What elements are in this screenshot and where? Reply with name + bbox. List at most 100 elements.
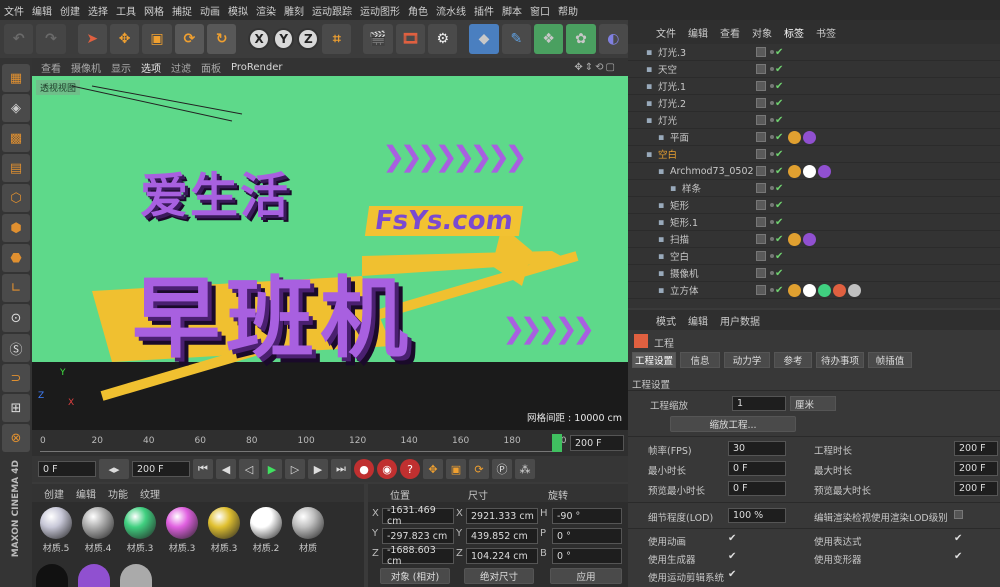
coord-rotation-field[interactable]: 0 ° bbox=[552, 528, 622, 544]
obj-menu-edit[interactable]: 编辑 bbox=[682, 25, 714, 40]
material-swatch[interactable]: 材质.5 bbox=[36, 504, 76, 554]
coord-size-mode-dropdown[interactable]: 绝对尺寸 bbox=[464, 568, 534, 584]
object-row[interactable]: ▪ 摄像机 ✔ bbox=[628, 265, 1000, 282]
object-tag-icon[interactable] bbox=[803, 283, 816, 297]
menu-item-6[interactable]: 捕捉 bbox=[168, 3, 196, 18]
object-layer-box[interactable] bbox=[756, 132, 766, 142]
object-visibility-dot[interactable] bbox=[770, 67, 774, 71]
project-scale-unit-dropdown[interactable]: 厘米 bbox=[790, 396, 836, 411]
menu-item-9[interactable]: 渲染 bbox=[252, 3, 280, 18]
x-axis-button[interactable]: X bbox=[248, 28, 270, 50]
object-row[interactable]: ▪ 空白 ✔ bbox=[628, 146, 1000, 163]
material-swatch[interactable]: 材质.2 bbox=[246, 504, 286, 554]
goto-end-icon[interactable]: ⏭ bbox=[331, 459, 351, 479]
menu-item-8[interactable]: 模拟 bbox=[224, 3, 252, 18]
object-layer-box[interactable] bbox=[756, 183, 766, 193]
cloner-icon[interactable]: ✿ bbox=[566, 24, 596, 54]
coord-mode-dropdown[interactable]: 对象 (相对) bbox=[380, 568, 450, 584]
coord-size-field[interactable]: 104.224 cm bbox=[466, 548, 538, 564]
vp-menu-panel[interactable]: 面板 bbox=[196, 60, 226, 75]
use-expressions-checkbox[interactable]: ✔ bbox=[954, 533, 962, 544]
object-visibility-dot[interactable] bbox=[770, 118, 774, 122]
vp-menu-display[interactable]: 显示 bbox=[106, 60, 136, 75]
grid-lock-icon[interactable]: ⊞ bbox=[2, 394, 30, 422]
object-tag-icon[interactable] bbox=[818, 283, 831, 297]
cube-primitive-icon[interactable]: ◆ bbox=[469, 24, 499, 54]
object-layer-box[interactable] bbox=[756, 268, 766, 278]
menu-item-18[interactable]: 帮助 bbox=[554, 3, 582, 18]
obj-menu-view[interactable]: 查看 bbox=[714, 25, 746, 40]
key-position-icon[interactable]: ✥ bbox=[423, 459, 443, 479]
undo-button[interactable]: ↶ bbox=[4, 24, 34, 54]
model-mode-icon[interactable]: ◈ bbox=[2, 94, 30, 122]
object-enabled-check[interactable]: ✔ bbox=[775, 234, 783, 245]
viewport-nav-icons[interactable]: ✥⇕⟲▢ bbox=[569, 62, 622, 73]
object-layer-box[interactable] bbox=[756, 200, 766, 210]
rotate-tool-icon[interactable]: ⟳ bbox=[174, 24, 205, 54]
end-frame-field[interactable]: 200 F bbox=[132, 461, 190, 477]
object-layer-box[interactable] bbox=[756, 251, 766, 261]
workplane-lock-icon[interactable]: ⊗ bbox=[2, 424, 30, 452]
vp-menu-filter[interactable]: 过滤 bbox=[166, 60, 196, 75]
object-row[interactable]: ▪ 灯光.2 ✔ bbox=[628, 95, 1000, 112]
material-swatch[interactable]: 材质.3 bbox=[162, 504, 202, 554]
y-axis-button[interactable]: Y bbox=[272, 28, 295, 50]
menu-item-17[interactable]: 窗口 bbox=[526, 3, 554, 18]
make-editable-icon[interactable]: ▦ bbox=[2, 64, 30, 92]
object-visibility-dot[interactable] bbox=[770, 288, 774, 292]
key-rotation-icon[interactable]: ⟳ bbox=[469, 459, 489, 479]
material-swatch[interactable]: 材质.4 bbox=[78, 504, 118, 554]
goto-start-icon[interactable]: ⏮ bbox=[193, 459, 213, 479]
render-picture-viewer-icon[interactable]: 🎞 bbox=[395, 24, 426, 54]
vp-menu-view[interactable]: 查看 bbox=[36, 60, 66, 75]
timeline-ruler[interactable]: 02040608010012014016018020 200 F bbox=[32, 430, 628, 456]
object-row[interactable]: ▪ 天空 ✔ bbox=[628, 61, 1000, 78]
play-icon[interactable]: ▶ bbox=[262, 459, 282, 479]
coord-position-field[interactable]: -1631.469 cm bbox=[382, 505, 454, 527]
menu-item-5[interactable]: 网格 bbox=[140, 3, 168, 18]
object-visibility-dot[interactable] bbox=[770, 186, 774, 190]
object-layer-box[interactable] bbox=[756, 98, 766, 108]
object-visibility-dot[interactable] bbox=[770, 203, 774, 207]
attr-tab[interactable]: 动力学 bbox=[724, 352, 770, 368]
object-row[interactable]: ▪ Archmod73_0502 ✔ bbox=[628, 163, 1000, 180]
perspective-viewport[interactable]: 透视视图 ❯❯❯❯❯❯❯❯ ❯❯❯❯❯ 爱生活 FsYs.com 早班机 Y X… bbox=[32, 76, 628, 430]
object-layer-box[interactable] bbox=[756, 285, 766, 295]
object-tag-icon[interactable] bbox=[788, 232, 801, 246]
object-visibility-dot[interactable] bbox=[770, 50, 774, 54]
use-motion-system-checkbox[interactable]: ✔ bbox=[728, 569, 736, 580]
select-cursor-icon[interactable]: ➤ bbox=[77, 24, 107, 54]
object-layer-box[interactable] bbox=[756, 149, 766, 159]
menu-item-15[interactable]: 插件 bbox=[470, 3, 498, 18]
prev-frame-icon[interactable]: ◁ bbox=[239, 459, 259, 479]
object-enabled-check[interactable]: ✔ bbox=[775, 81, 783, 92]
preview-min-field[interactable]: 0 F bbox=[728, 481, 786, 496]
menu-item-14[interactable]: 流水线 bbox=[432, 3, 470, 18]
deformer-icon[interactable]: ◐ bbox=[598, 24, 629, 54]
coord-rotation-field[interactable]: -90 ° bbox=[552, 508, 622, 524]
object-layer-box[interactable] bbox=[756, 217, 766, 227]
render-lod-checkbox[interactable] bbox=[954, 510, 963, 519]
playhead-marker[interactable] bbox=[552, 434, 562, 452]
object-tag-icon[interactable] bbox=[848, 283, 861, 297]
object-row[interactable]: ▪ 平面 ✔ bbox=[628, 129, 1000, 146]
object-enabled-check[interactable]: ✔ bbox=[775, 47, 783, 58]
object-enabled-check[interactable]: ✔ bbox=[775, 64, 783, 75]
recent-tool-icon[interactable]: ↻ bbox=[207, 24, 237, 54]
object-layer-box[interactable] bbox=[756, 234, 766, 244]
object-row[interactable]: ▪ 灯光.1 ✔ bbox=[628, 78, 1000, 95]
material-ball-grey[interactable] bbox=[120, 564, 152, 587]
attr-menu-userdata[interactable]: 用户数据 bbox=[714, 313, 766, 328]
attr-tab[interactable]: 信息 bbox=[680, 352, 720, 368]
subdivision-icon[interactable]: ❖ bbox=[534, 24, 564, 54]
obj-menu-tags[interactable]: 标签 bbox=[778, 25, 810, 40]
mat-menu-edit[interactable]: 编辑 bbox=[70, 486, 102, 501]
prev-key-icon[interactable]: ◀ bbox=[216, 459, 236, 479]
object-visibility-dot[interactable] bbox=[770, 237, 774, 241]
attr-menu-edit[interactable]: 编辑 bbox=[682, 313, 714, 328]
mat-menu-function[interactable]: 功能 bbox=[102, 486, 134, 501]
snap-icon[interactable]: Ⓢ bbox=[2, 334, 30, 362]
project-scale-field[interactable]: 1 bbox=[732, 396, 786, 411]
coord-position-field[interactable]: -297.823 cm bbox=[382, 528, 454, 544]
render-view-icon[interactable]: 🎬 bbox=[363, 24, 393, 54]
